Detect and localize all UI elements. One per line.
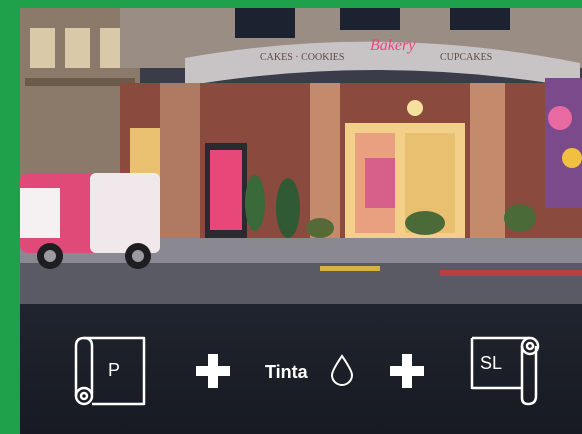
- paper-sl-letter: SL: [480, 353, 503, 373]
- product-formula: P Tinta SL: [20, 304, 582, 434]
- paper-roll-p-icon: P: [74, 336, 146, 406]
- paper-roll-sl-icon: SL: [470, 336, 544, 406]
- svg-text:CAKES · COOKIES: CAKES · COOKIES: [260, 52, 344, 63]
- ink-drop-icon: [330, 354, 354, 386]
- paper-p-letter: P: [108, 360, 121, 380]
- bakery-scene-illustration: CAKES · COOKIES Bakery CUPCAKES: [20, 8, 582, 304]
- bakery-storefront-photo: CAKES · COOKIES Bakery CUPCAKES: [20, 8, 582, 304]
- formula-banner: P Tinta SL: [20, 304, 582, 434]
- plus-icon: [390, 354, 424, 393]
- ink-label: Tinta: [265, 362, 308, 382]
- bakery-sign-text: Bakery: [370, 37, 416, 54]
- plus-icon: [196, 354, 230, 393]
- ad-frame: CAKES · COOKIES Bakery CUPCAKES P Tinta …: [0, 0, 582, 434]
- svg-text:CUPCAKES: CUPCAKES: [440, 52, 492, 63]
